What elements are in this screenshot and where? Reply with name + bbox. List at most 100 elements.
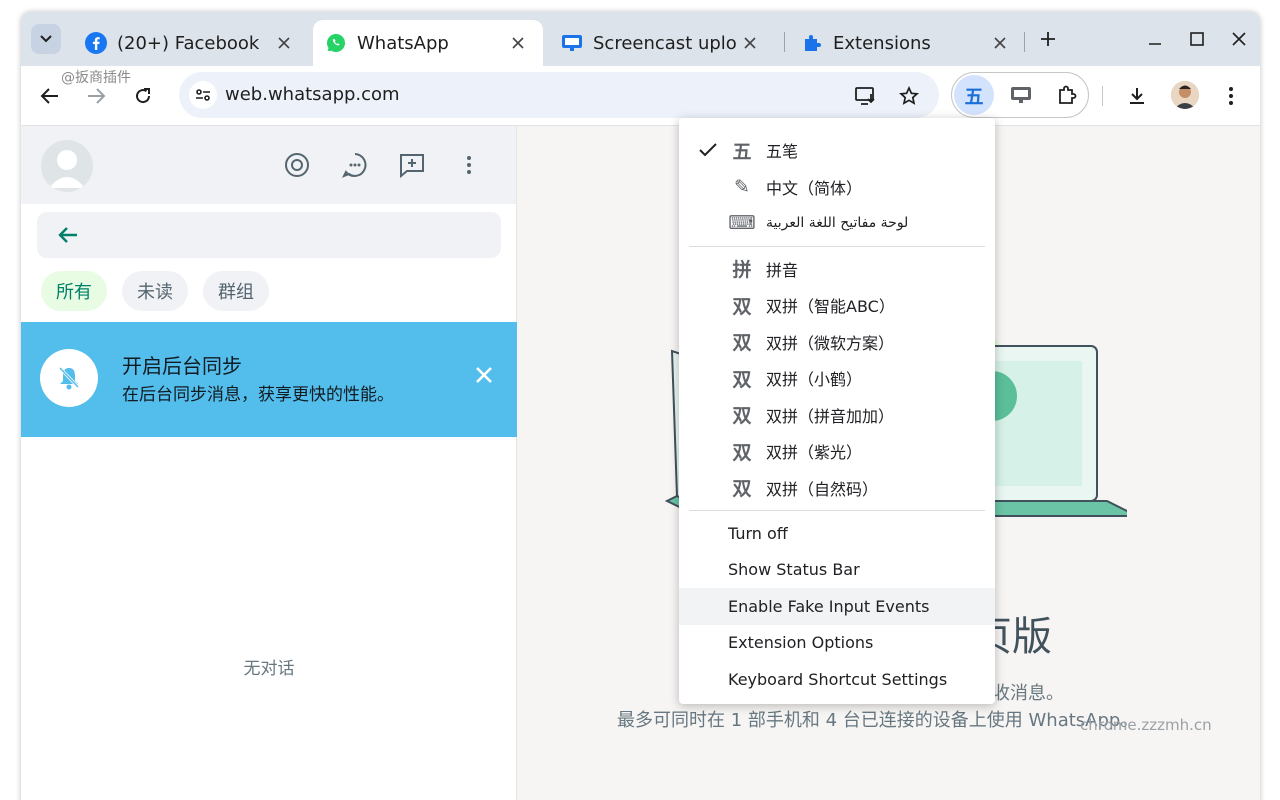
menu-item-label: 五笔: [766, 142, 799, 162]
ime-extension-button[interactable]: 五: [954, 75, 994, 115]
browser-menu-button[interactable]: [1216, 81, 1246, 111]
ime-dropdown-menu: 五 五笔 ✎ 中文（简体） ⌨ لوحة مفاتيح اللغة العربي…: [679, 118, 995, 704]
menu-item-label: 中文（简体）: [766, 178, 863, 198]
browser-window: (20+) Facebook WhatsApp Screencast uplo: [21, 12, 1260, 800]
menu-item-shuangpin-ziranma[interactable]: 双 双拼（自然码）: [679, 470, 995, 507]
banner-subtitle: 在后台同步消息，获享更快的性能。: [122, 385, 394, 405]
tab-screencast[interactable]: Screencast uplo: [549, 20, 775, 66]
user-avatar[interactable]: [41, 140, 93, 192]
maximize-button[interactable]: [1184, 26, 1210, 52]
menu-item-shuangpin-xiaohe[interactable]: 双 双拼（小鹤）: [679, 360, 995, 397]
screencast-extension-icon[interactable]: [1006, 80, 1036, 110]
browser-toolbar: @扳商插件 web.whatsapp.com 五: [21, 66, 1260, 126]
tab-extensions[interactable]: Extensions: [789, 20, 1025, 66]
puzzle-icon: [801, 32, 823, 54]
close-tab-icon[interactable]: [273, 32, 295, 54]
menu-item-shuangpin-pyjj[interactable]: 双 双拼（拼音加加）: [679, 397, 995, 434]
status-icon[interactable]: [340, 150, 370, 180]
extensions-puzzle-icon[interactable]: [1052, 80, 1082, 110]
menu-item-keyboard-shortcuts[interactable]: Keyboard Shortcut Settings: [679, 661, 995, 698]
menu-item-label: 双拼（自然码）: [766, 479, 879, 499]
filter-all-chip[interactable]: 所有: [41, 271, 107, 311]
install-app-icon[interactable]: [854, 84, 878, 108]
site-info-icon[interactable]: [189, 81, 217, 109]
menu-item-show-status-bar[interactable]: Show Status Bar: [679, 552, 995, 589]
menu-icon[interactable]: [454, 150, 484, 180]
wubi-icon: 五: [732, 140, 752, 163]
reload-icon: [136, 88, 151, 104]
filter-unread-chip[interactable]: 未读: [122, 271, 188, 311]
chevron-down-icon: [40, 35, 52, 43]
plus-icon: [1041, 32, 1055, 46]
menu-item-chinese-simplified[interactable]: ✎ 中文（简体）: [679, 169, 995, 206]
menu-separator: [689, 245, 985, 247]
arrow-left-icon: [40, 88, 58, 104]
new-chat-icon[interactable]: [397, 150, 427, 180]
menu-item-pinyin[interactable]: 拼 拼音: [679, 251, 995, 288]
close-icon: [1232, 32, 1246, 46]
toolbar-separator: [1102, 86, 1103, 106]
close-window-button[interactable]: [1226, 26, 1252, 52]
screencast-icon: [561, 32, 583, 54]
menu-item-label: 双拼（紫光）: [766, 443, 863, 463]
menu-item-label: 拼音: [766, 260, 799, 280]
filter-groups-chip[interactable]: 群组: [203, 271, 269, 311]
address-bar[interactable]: web.whatsapp.com: [179, 72, 939, 118]
checkmark-icon: [699, 141, 717, 159]
menu-item-enable-fake-input[interactable]: Enable Fake Input Events: [679, 588, 995, 625]
tab-search-button[interactable]: [31, 24, 61, 54]
profile-avatar[interactable]: [1171, 81, 1199, 109]
menu-item-label: Turn off: [728, 523, 788, 543]
search-input[interactable]: [37, 212, 501, 258]
menu-item-shuangpin-microsoft[interactable]: 双 双拼（微软方案）: [679, 324, 995, 361]
minimize-button[interactable]: [1142, 26, 1168, 52]
menu-item-label: Keyboard Shortcut Settings: [728, 669, 948, 689]
close-banner-icon[interactable]: [471, 362, 497, 388]
menu-item-turn-off[interactable]: Turn off: [679, 515, 995, 552]
menu-item-label: لوحة مفاتيح اللغة العربية: [766, 215, 909, 232]
whatsapp-icon: [325, 32, 347, 54]
back-button[interactable]: [35, 81, 65, 111]
facebook-icon: [85, 32, 107, 54]
shuangpin-icon: 双: [732, 441, 752, 464]
reload-button[interactable]: [128, 81, 158, 111]
chat-list-panel: 所有 未读 群组 开启后台同步 在后台同步消息，获享更快的性能。 无对话: [21, 126, 517, 800]
menu-item-extension-options[interactable]: Extension Options: [679, 625, 995, 662]
shuangpin-icon: 双: [732, 405, 752, 427]
tab-facebook[interactable]: (20+) Facebook: [73, 20, 309, 66]
downloads-button[interactable]: [1122, 81, 1152, 111]
close-tab-icon[interactable]: [989, 32, 1011, 54]
menu-item-label: 双拼（微软方案）: [766, 333, 895, 353]
download-icon: [1130, 88, 1144, 104]
new-tab-button[interactable]: [1035, 26, 1061, 52]
pinyin-icon: 拼: [732, 259, 752, 281]
tab-separator: [1024, 32, 1025, 52]
communities-icon[interactable]: [282, 150, 312, 180]
shuangpin-icon: 双: [732, 332, 752, 354]
menu-separator: [689, 510, 985, 511]
back-arrow-icon[interactable]: [55, 222, 81, 248]
minimize-icon: [1149, 43, 1161, 45]
shuangpin-icon: 双: [732, 368, 752, 391]
forward-button[interactable]: [81, 81, 111, 111]
pencil-icon: ✎: [734, 175, 750, 198]
tab-whatsapp[interactable]: WhatsApp: [313, 20, 543, 66]
bookmark-star-icon[interactable]: [897, 84, 921, 108]
background-sync-banner[interactable]: 开启后台同步 在后台同步消息，获享更快的性能。: [21, 322, 517, 437]
menu-item-label: 双拼（小鹤）: [766, 370, 863, 390]
extensions-group: 五: [951, 72, 1089, 118]
tab-title: Screencast uplo: [593, 32, 737, 54]
close-tab-icon[interactable]: [739, 32, 761, 54]
close-tab-icon[interactable]: [507, 32, 529, 54]
empty-chats-text: 无对话: [243, 659, 295, 679]
menu-item-wubi[interactable]: 五 五笔: [679, 132, 995, 169]
menu-item-shuangpin-abc[interactable]: 双 双拼（智能ABC）: [679, 287, 995, 324]
more-vert-icon: [1229, 87, 1233, 105]
bell-off-icon: [40, 349, 98, 407]
menu-item-shuangpin-ziguang[interactable]: 双 双拼（紫光）: [679, 433, 995, 470]
keyboard-icon: ⌨: [728, 212, 756, 234]
menu-item-arabic-keyboard[interactable]: ⌨ لوحة مفاتيح اللغة العربية: [679, 205, 995, 242]
arrow-right-icon: [88, 88, 106, 104]
maximize-icon: [1190, 32, 1204, 46]
shuangpin-icon: 双: [732, 295, 752, 318]
